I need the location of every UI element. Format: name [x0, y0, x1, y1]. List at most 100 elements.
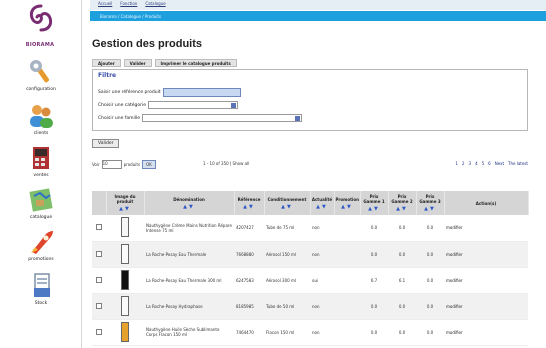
table-row: Nauthygène Huile Sèche Sublimante Corps …	[92, 319, 528, 346]
print-catalogue-button[interactable]: Imprimer le catalogue produits	[154, 59, 237, 67]
col-header-price-2[interactable]: Prix Gamme 2 ▲▼	[388, 191, 417, 215]
sidebar-item-label: configuration	[26, 87, 56, 92]
family-select[interactable]	[142, 114, 303, 122]
breadcrumb: Biorama / Catalogue / Produits	[100, 13, 162, 19]
row-checkbox[interactable]	[96, 250, 102, 257]
sort-arrows-icon[interactable]: ▲▼	[146, 204, 233, 210]
col-header-name[interactable]: Dénomination ▲▼	[144, 191, 235, 215]
sort-arrows-icon[interactable]: ▲▼	[108, 206, 143, 212]
product-packaging: Flacon 150 ml	[264, 319, 310, 346]
sidebar-item-label: catalogue	[29, 215, 53, 220]
menu-link-accueil[interactable]: Accueil	[98, 1, 112, 6]
filter-category-row: Choisir une catégorie	[98, 101, 239, 109]
col-header-price-1[interactable]: Prix Gamme 1 ▲▼	[360, 191, 389, 215]
row-checkbox[interactable]	[96, 302, 102, 309]
filters-panel: Filtre Saisir une référence produit Choi…	[92, 69, 528, 131]
category-select[interactable]	[148, 101, 239, 109]
col-header-news[interactable]: Actualité ▲▼	[310, 191, 335, 215]
product-thumbnail[interactable]	[121, 217, 129, 238]
table-row: La Roche-Posay Eau Thermale 7668880 Aéro…	[92, 241, 528, 268]
page-link-1[interactable]: 1	[455, 161, 458, 166]
col-header-price-3[interactable]: Prix Gamme 3 ▲▼	[416, 191, 445, 215]
filter-category-label: Choisir une catégorie	[98, 102, 147, 108]
modify-link[interactable]: modifier	[444, 319, 528, 346]
page-link-2[interactable]: 2	[462, 161, 465, 166]
sidebar-item-label: ventes	[33, 173, 49, 178]
product-price-3: 0.0	[416, 293, 444, 320]
product-price-1: 0.0	[360, 241, 388, 268]
range-text: 1 - 10 of 350 | Show all	[203, 161, 250, 166]
brand-logo[interactable]: BIORAMA	[20, 4, 60, 50]
filter-reference-label: Saisir une référence produit	[98, 90, 161, 95]
sort-arrows-icon[interactable]: ▲▼	[336, 204, 359, 210]
sidebar: BIORAMA configuration clients ventes cat…	[0, 0, 82, 348]
product-price-2: 0.0	[388, 215, 416, 242]
page-link-4[interactable]: 4	[475, 161, 478, 166]
sort-arrows-icon[interactable]: ▲▼	[266, 204, 309, 210]
sort-arrows-icon[interactable]: ▲▼	[236, 204, 263, 210]
product-price-1: 0.0	[360, 319, 388, 346]
sort-arrows-icon[interactable]: ▲▼	[362, 206, 387, 212]
col-header-packaging[interactable]: Conditionnement ▲▼	[264, 191, 311, 215]
page-link-3[interactable]: 3	[469, 161, 472, 166]
menu-link-fonction[interactable]: Fonction	[120, 1, 137, 6]
col-header-reference[interactable]: Référence ▲▼	[234, 191, 265, 215]
page-link-6[interactable]: 6	[488, 161, 491, 166]
sort-arrows-icon[interactable]: ▲▼	[390, 206, 415, 212]
modify-link[interactable]: modifier	[444, 267, 528, 294]
per-page-select[interactable]: 10	[101, 160, 122, 169]
row-checkbox[interactable]	[96, 224, 102, 231]
product-name: La Roche-Posay Hydraphase	[144, 293, 234, 320]
product-image-cell	[106, 293, 144, 320]
validate-products-button[interactable]: Valider	[123, 59, 152, 67]
col-header-promotion[interactable]: Promotion ▲▼	[334, 191, 361, 215]
product-price-3: 0.0	[416, 267, 444, 294]
products-table: Image du produit ▲▼ Dénomination ▲▼ Référe…	[92, 191, 529, 346]
table-row: Nauthygène Crème Mains Nutrition Répare …	[92, 215, 528, 242]
row-checkbox[interactable]	[96, 276, 102, 283]
product-promotion	[334, 319, 360, 346]
page-link-last[interactable]: The latest	[508, 161, 528, 166]
reference-input[interactable]	[162, 88, 241, 97]
page-link-next[interactable]: Next	[495, 161, 504, 166]
product-promotion	[334, 267, 360, 294]
row-checkbox[interactable]	[96, 328, 102, 335]
product-packaging: Tube de 50 ml	[264, 293, 310, 320]
menu-link-catalogue[interactable]: Catalogue	[145, 1, 165, 6]
product-reference: 8185985	[234, 293, 264, 320]
sidebar-item-catalogue[interactable]: catalogue	[0, 186, 82, 220]
sidebar-item-ventes[interactable]: ventes	[0, 144, 82, 178]
product-thumbnail[interactable]	[121, 269, 129, 290]
product-news: non	[310, 241, 334, 268]
filters-title: Filtre	[98, 72, 117, 79]
rocket-icon	[31, 231, 53, 254]
product-image-cell	[106, 319, 144, 346]
sidebar-item-configuration[interactable]: configuration	[0, 58, 82, 92]
sidebar-item-promotions[interactable]: promotions	[0, 228, 82, 262]
sidebar-item-stock[interactable]: Stock	[0, 272, 82, 306]
page-link-5[interactable]: 5	[482, 161, 485, 166]
modify-link[interactable]: modifier	[444, 241, 528, 268]
product-thumbnail[interactable]	[121, 321, 129, 342]
sidebar-item-clients[interactable]: clients	[0, 102, 82, 136]
filter-family-label: Choisir une famille	[98, 115, 141, 121]
per-page-ok-button[interactable]: OK	[142, 160, 156, 169]
product-name: La Roche-Posay Eau Thermale 300 ml	[144, 267, 234, 294]
validate-filter-button[interactable]: Valider	[92, 139, 120, 148]
cash-register-icon	[33, 147, 49, 169]
product-news: non	[310, 293, 334, 320]
col-header-image[interactable]: Image du produit ▲▼	[106, 191, 145, 215]
per-page-suffix: produits	[123, 162, 141, 167]
product-thumbnail[interactable]	[121, 243, 129, 264]
product-thumbnail[interactable]	[121, 295, 129, 316]
products-table-wrapper: Image du produit ▲▼ Dénomination ▲▼ Référe…	[92, 191, 529, 348]
page-title: Gestion des produits	[92, 38, 203, 50]
add-product-button[interactable]: Ajouter	[92, 59, 121, 67]
sort-arrows-icon[interactable]: ▲▼	[312, 204, 333, 210]
modify-link[interactable]: modifier	[444, 293, 528, 320]
col-header-select	[92, 191, 107, 215]
chevron-down-icon	[295, 116, 301, 121]
modify-link[interactable]: modifier	[444, 215, 528, 242]
sort-arrows-icon[interactable]: ▲▼	[418, 206, 443, 212]
product-news: oui	[310, 267, 334, 294]
